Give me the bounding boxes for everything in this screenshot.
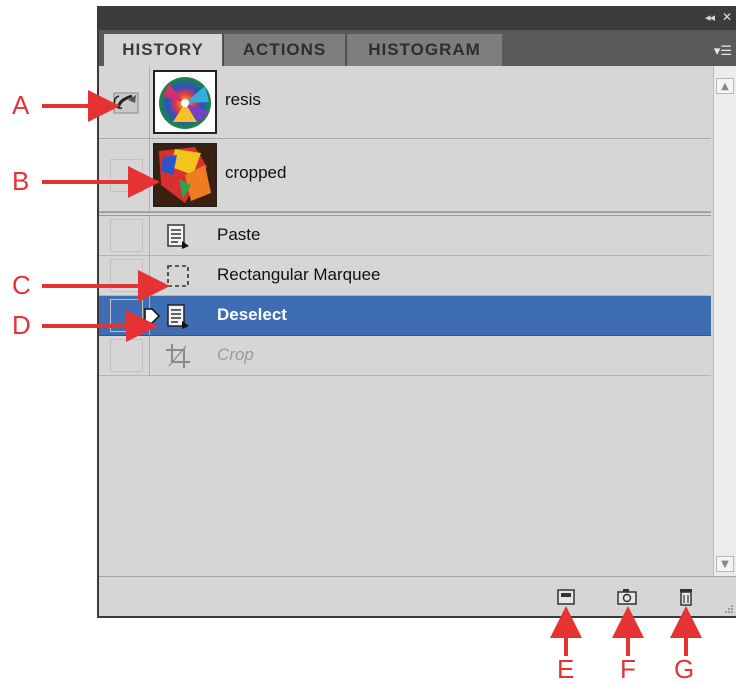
history-state-row[interactable]: Rectangular Marquee — [99, 256, 711, 296]
history-brush-source-box[interactable] — [110, 219, 143, 252]
history-state-label: Deselect — [217, 305, 287, 324]
panel-tab-strip: HISTORY ACTIONS HISTOGRAM ▾☰ — [99, 30, 736, 66]
history-state-row-undone[interactable]: Crop — [99, 336, 711, 376]
history-state-label: Rectangular Marquee — [217, 265, 381, 284]
callout-label: E — [557, 654, 575, 684]
snapshot-thumbnail-cropped — [153, 143, 217, 207]
vertical-scrollbar[interactable]: ▲ ▼ — [713, 66, 736, 576]
history-brush-source-box[interactable] — [110, 86, 143, 119]
history-brush-source-box[interactable] — [110, 299, 143, 332]
crop-icon — [166, 344, 190, 368]
history-state-label: Crop — [217, 345, 254, 364]
new-snapshot-icon — [617, 589, 637, 605]
history-brush-source-box[interactable] — [110, 159, 143, 192]
document-step-icon — [167, 224, 189, 249]
snapshot-row[interactable]: resis — [99, 66, 711, 139]
callout-label: C — [12, 270, 31, 300]
panel-titlebar: ◂◂ ✕ — [99, 6, 736, 30]
collapse-to-icons-button[interactable]: ◂◂ — [705, 11, 715, 24]
new-document-from-state-icon — [557, 589, 575, 605]
new-document-button[interactable] — [555, 587, 577, 607]
scroll-up-button[interactable]: ▲ — [716, 78, 734, 94]
state-slider-icon[interactable] — [143, 307, 161, 325]
delete-state-icon — [680, 589, 692, 606]
history-list: resis cropped Paste Rectangular Marquee … — [99, 66, 711, 576]
snapshot-label: cropped — [225, 163, 287, 182]
callout-label: F — [620, 654, 636, 684]
resize-grip-icon[interactable] — [724, 604, 734, 614]
snapshot-label: resis — [225, 90, 261, 109]
panel-menu-icon[interactable]: ▾☰ — [714, 44, 732, 59]
history-brush-source-box[interactable] — [110, 339, 143, 372]
tab-histogram[interactable]: HISTOGRAM — [346, 34, 502, 66]
callout-label: B — [12, 166, 30, 196]
close-panel-button[interactable]: ✕ — [722, 10, 732, 24]
history-panel: ◂◂ ✕ HISTORY ACTIONS HISTOGRAM ▾☰ resis … — [97, 6, 736, 618]
panel-footer — [99, 576, 736, 616]
delete-state-button[interactable] — [675, 587, 697, 607]
callout-label: G — [674, 654, 695, 684]
history-state-row-selected[interactable]: Deselect — [99, 296, 711, 336]
history-brush-icon — [113, 92, 139, 114]
history-brush-source-box[interactable] — [110, 259, 143, 292]
callout-label: A — [12, 90, 30, 120]
new-snapshot-button[interactable] — [616, 587, 638, 607]
column-divider — [149, 216, 150, 255]
scroll-down-button[interactable]: ▼ — [716, 556, 734, 572]
tab-history[interactable]: HISTORY — [104, 34, 222, 66]
document-step-icon — [167, 304, 189, 329]
column-divider — [149, 66, 150, 138]
tab-actions[interactable]: ACTIONS — [223, 34, 345, 66]
history-state-label: Paste — [217, 225, 261, 244]
rectangular-marquee-icon — [167, 265, 189, 287]
column-divider — [149, 256, 150, 295]
history-state-row[interactable]: Paste — [99, 216, 711, 256]
column-divider — [149, 139, 150, 211]
snapshot-row[interactable]: cropped — [99, 139, 711, 212]
callout-label: D — [12, 310, 31, 340]
column-divider — [149, 336, 150, 375]
snapshot-thumbnail-resis — [153, 70, 217, 134]
